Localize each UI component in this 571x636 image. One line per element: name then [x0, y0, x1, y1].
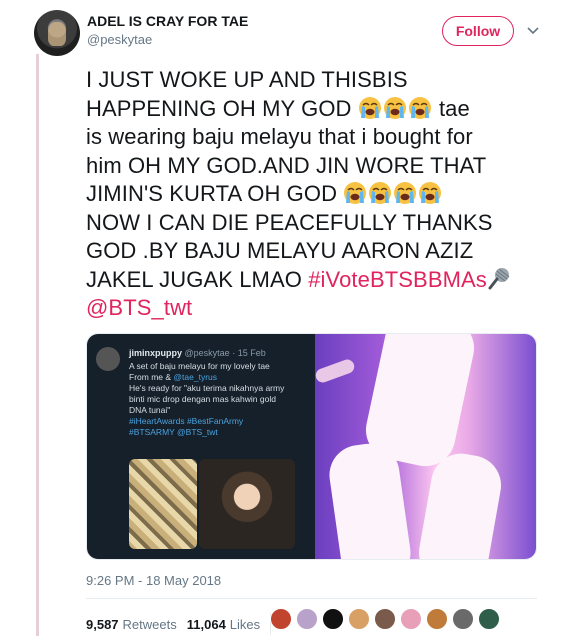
concert-photo[interactable] [315, 334, 536, 559]
divider [86, 598, 537, 599]
media-grid[interactable]: jiminxpuppy @peskytae · 15 Feb A set of … [86, 333, 537, 560]
screenshot-photo-fabric [129, 459, 197, 549]
crying-face-icon [408, 95, 432, 120]
tweet-line-1: I JUST WOKE UP AND THISBIS [86, 67, 408, 92]
screenshot-line-4: binti mic drop dengan mas kahwin gold [129, 394, 276, 404]
retweets-stat[interactable]: 9,587 Retweets [86, 617, 177, 632]
tweet-line-8: JAKEL JUGAK LMAO [86, 266, 309, 292]
tweet-line-2: HAPPENING OH MY GOD [86, 95, 358, 121]
screenshot-meta: @peskytae · 15 Feb [184, 348, 266, 358]
screenshot-line-3: He's ready for "aku terima nikahnya army [129, 383, 285, 393]
screenshot-line-1: A set of baju melayu for my lovely tae [129, 361, 270, 371]
likes-stat[interactable]: 11,064 Likes [187, 617, 260, 632]
crying-face-icon [383, 95, 407, 120]
tweet-line-4: him OH MY GOD.AND JIN WORE THAT [86, 152, 487, 178]
tweet-line-6: NOW I CAN DIE PEACEFULLY THANKS [86, 209, 493, 235]
tweet-header: ADEL IS CRAY FOR TAE @peskytae Follow [34, 10, 553, 56]
retweets-label: Retweets [122, 616, 177, 632]
likes-label: Likes [229, 616, 261, 632]
crying-face-icon [358, 95, 382, 120]
screenshot-line-2: From me & [129, 372, 174, 382]
screenshot-mention: @tae_tyrus [173, 372, 217, 382]
liker-avatar[interactable] [400, 608, 422, 630]
engagement-stats: 9,587 Retweets 11,064 Likes [86, 613, 281, 635]
thread-line [36, 54, 39, 636]
mention-link[interactable]: @BTS_twt [86, 295, 192, 320]
liker-avatar[interactable] [478, 608, 500, 630]
embedded-tweet-screenshot[interactable]: jiminxpuppy @peskytae · 15 Feb A set of … [87, 334, 315, 559]
dancer-arm [315, 357, 357, 385]
screenshot-name: jiminxpuppy [129, 348, 183, 358]
screenshot-tags-2: #BTSARMY @BTS_twt [129, 427, 218, 437]
liker-avatar[interactable] [322, 608, 344, 630]
screenshot-tags-1: #iHeartAwards #BestFanArmy [129, 416, 244, 426]
display-name[interactable]: ADEL IS CRAY FOR TAE [87, 13, 248, 29]
tweet-line-2-end: tae [432, 95, 470, 121]
retweets-count: 9,587 [86, 616, 119, 632]
follow-button[interactable]: Follow [442, 16, 514, 46]
liker-avatar[interactable] [452, 608, 474, 630]
tweet-line-5: JIMIN'S KURTA OH GOD [86, 181, 344, 206]
tweet-line-7: GOD .BY BAJU MELAYU AARON AZIZ [86, 238, 474, 263]
crying-face-icon [368, 181, 392, 205]
screenshot-avatar [96, 347, 120, 371]
tweet-text: I JUST WOKE UP AND THISBIS HAPPENING OH … [86, 66, 546, 323]
crying-face-icon [393, 181, 417, 205]
avatar[interactable] [34, 10, 80, 56]
microphone-icon [488, 266, 511, 289]
hashtag-link[interactable]: #iVoteBTSBBMAs [308, 267, 487, 292]
chevron-down-icon[interactable] [525, 22, 541, 38]
tweet-timestamp[interactable]: 9:26 PM - 18 May 2018 [86, 573, 221, 588]
liker-avatar[interactable] [270, 608, 292, 630]
likes-count: 11,064 [186, 616, 226, 632]
user-handle[interactable]: @peskytae [87, 32, 152, 47]
screenshot-line-5: DNA tunai" [129, 405, 171, 415]
tweet-line-3: is wearing baju melayu that i bought for [86, 124, 473, 149]
liker-avatar[interactable] [296, 608, 318, 630]
liker-avatars [270, 608, 504, 630]
crying-face-icon [418, 181, 442, 205]
screenshot-photo-person [199, 459, 295, 549]
crying-face-icon [343, 181, 367, 205]
liker-avatar[interactable] [426, 608, 448, 630]
screenshot-user: jiminxpuppy @peskytae · 15 Feb [129, 348, 266, 358]
liker-avatar[interactable] [348, 608, 370, 630]
screenshot-text: A set of baju melayu for my lovely tae F… [129, 361, 309, 438]
liker-avatar[interactable] [374, 608, 396, 630]
